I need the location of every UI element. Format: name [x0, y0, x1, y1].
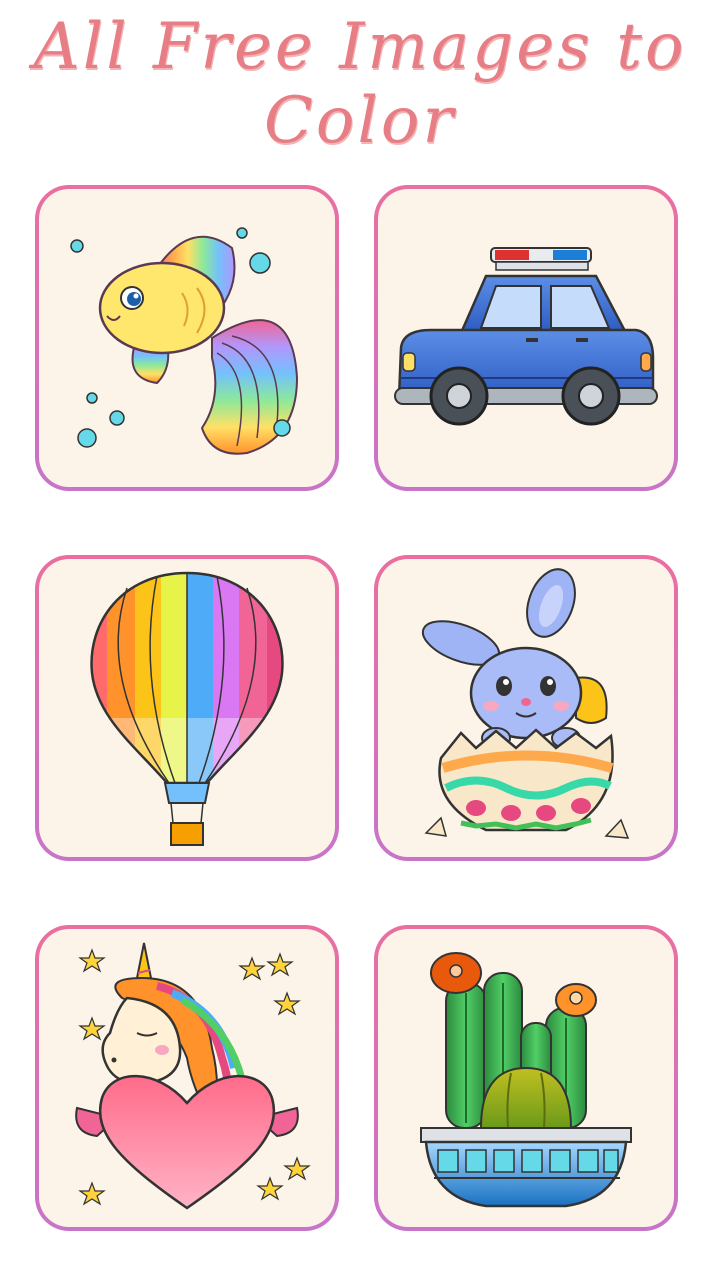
card-thumbnail	[378, 189, 674, 487]
page-title: All Free Images to Color	[33, 10, 687, 158]
image-card-unicorn-heart[interactable]	[35, 925, 339, 1231]
police-car-icon	[394, 247, 658, 426]
bunny-in-egg-icon	[421, 568, 630, 839]
image-card-police-car[interactable]	[374, 185, 678, 491]
hot-air-balloon-icon	[90, 571, 284, 846]
card-thumbnail	[378, 559, 674, 857]
image-card-cactus-pot[interactable]	[374, 925, 678, 1231]
coloring-gallery-screen: All Free Images to Color	[0, 0, 720, 1280]
card-thumbnail	[39, 189, 335, 487]
image-card-hot-air-balloon[interactable]	[35, 555, 339, 861]
image-card-bunny-egg[interactable]	[374, 555, 678, 861]
rainbow-fish-icon	[70, 227, 299, 455]
image-card-fish[interactable]	[35, 185, 339, 491]
card-thumbnail	[39, 929, 335, 1227]
unicorn-heart-icon	[75, 942, 311, 1210]
cactus-pot-icon	[420, 952, 632, 1208]
card-thumbnail	[39, 559, 335, 857]
card-thumbnail	[378, 929, 674, 1227]
